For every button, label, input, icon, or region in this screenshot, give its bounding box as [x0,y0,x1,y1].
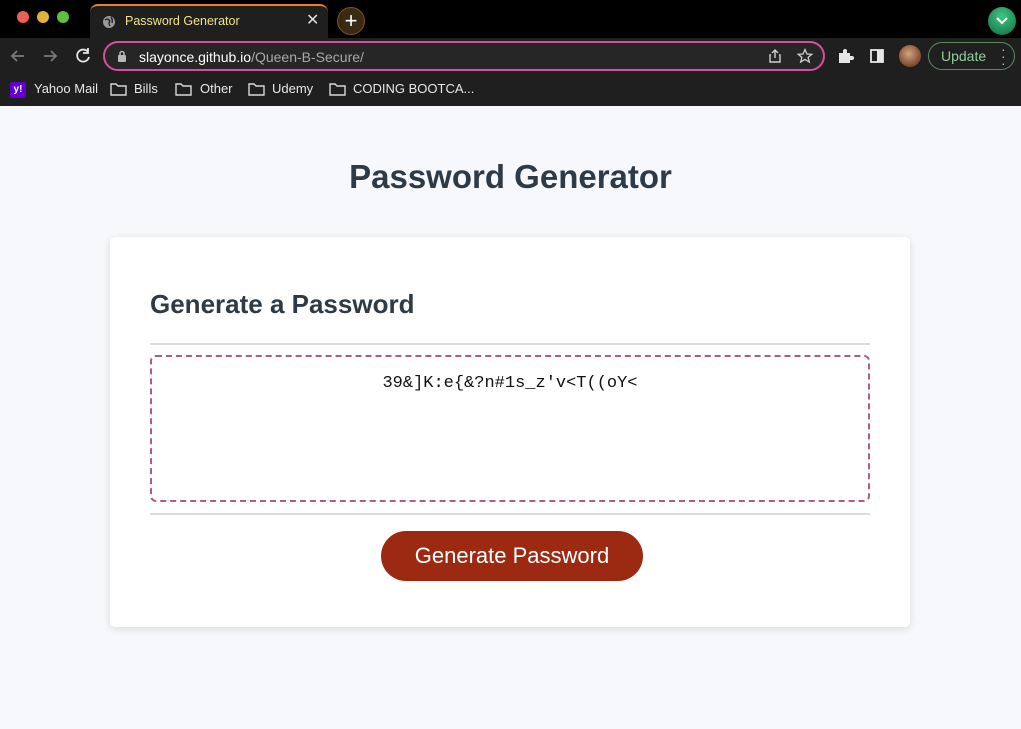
update-label: Update [941,48,987,64]
bookmark-label: Udemy [272,81,314,96]
bookmarks-bar: y! Yahoo Mail Bills Other Udemy CODING B… [0,74,1021,106]
url-text: slayonce.github.io/Queen-B-Secure/ [139,49,364,65]
tab-search-button[interactable] [988,7,1016,35]
page-title: Password Generator [349,158,672,195]
password-output[interactable]: 39&]K:e{&?n#1s_z'v<T((oY< [150,355,870,502]
url-path: /Queen-B-Secure/ [251,49,364,65]
card-divider-top [150,343,870,345]
globe-icon [103,16,115,28]
minimize-window-button[interactable] [37,11,49,23]
back-arrow-icon[interactable] [8,46,28,66]
window-titlebar: Password Generator ✕ + [0,0,1021,38]
bookmark-folder-coding-bootcamp[interactable]: CODING BOOTCA... [329,81,474,99]
folder-icon [175,83,192,96]
close-window-button[interactable] [17,11,29,23]
bookmark-label: Other [200,81,233,96]
browser-tab[interactable]: Password Generator ✕ [90,4,328,38]
side-panel-icon[interactable] [870,49,884,63]
bookmark-folder-other[interactable]: Other [175,81,237,99]
folder-icon [329,83,346,96]
update-button[interactable]: Update · · · [928,42,1015,70]
profile-avatar[interactable] [899,45,921,67]
tab-title: Password Generator [125,14,240,28]
bookmark-folder-udemy[interactable]: Udemy [248,81,318,99]
url-domain: slayonce.github.io [139,49,252,65]
folder-icon [248,83,265,96]
zoom-window-button[interactable] [57,11,69,23]
bookmark-star-icon[interactable] [797,48,813,64]
card-divider-bottom [150,513,870,515]
tab-close-icon[interactable]: ✕ [306,12,319,30]
lock-icon[interactable] [117,50,127,63]
folder-icon [110,83,127,96]
bookmark-label: Yahoo Mail [34,81,99,96]
browser-toolbar: slayonce.github.io/Queen-B-Secure/ Updat… [0,38,1021,74]
address-bar[interactable]: slayonce.github.io/Queen-B-Secure/ [103,41,825,71]
page-viewport: Password Generator Generate a Password 3… [0,106,1021,729]
card-heading: Generate a Password [150,289,415,319]
more-menu-icon[interactable]: · · · [1001,42,1006,70]
forward-arrow-icon[interactable] [40,46,60,66]
extensions-puzzle-icon[interactable] [836,47,854,65]
yahoo-icon: y! [10,82,26,98]
reload-icon[interactable] [73,46,93,66]
bookmark-label: CODING BOOTCA... [353,81,475,96]
new-tab-button[interactable]: + [337,7,365,35]
chevron-down-icon [996,17,1008,25]
share-icon[interactable] [767,48,783,64]
generate-password-button[interactable]: Generate Password [381,531,643,581]
bookmark-folder-bills[interactable]: Bills [110,81,165,99]
bookmark-yahoo-mail[interactable]: y! Yahoo Mail [10,81,100,99]
generator-card: Generate a Password 39&]K:e{&?n#1s_z'v<T… [110,237,910,627]
bookmark-label: Bills [134,81,158,96]
